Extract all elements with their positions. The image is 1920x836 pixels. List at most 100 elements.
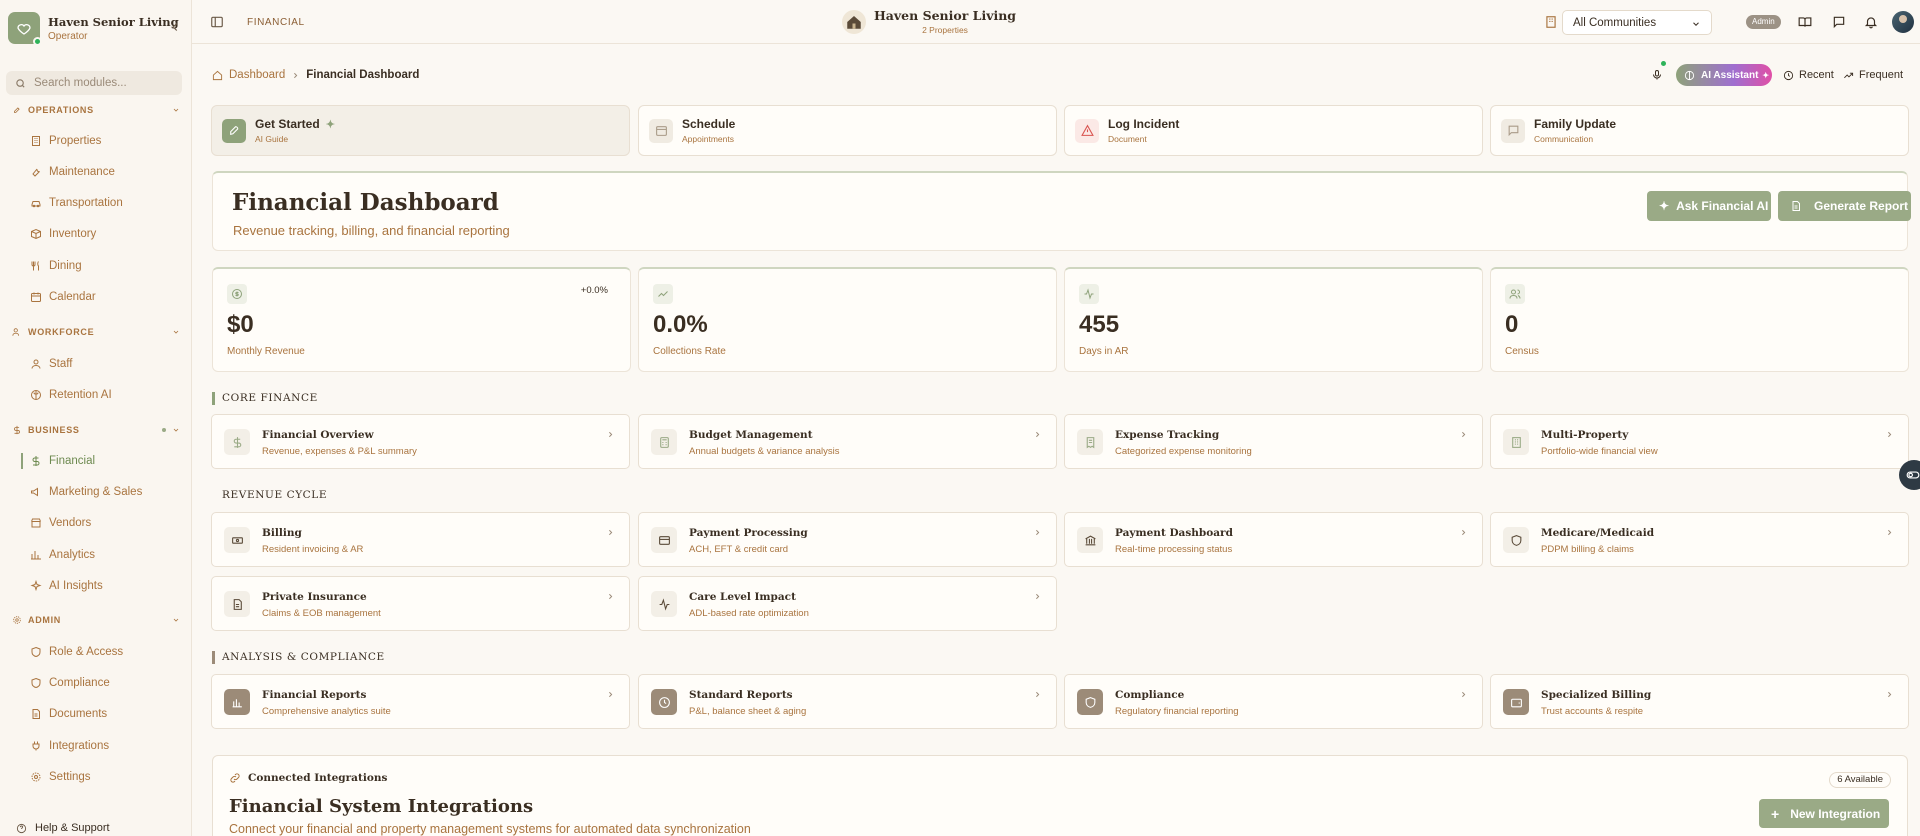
sidebar-item-integrations[interactable]: Integrations [30,736,180,756]
sidebar-item-analytics[interactable]: Analytics [30,545,180,565]
module-title: Specialized Billing [1541,689,1652,701]
gear-icon [12,615,22,625]
chevron-down-icon [172,328,180,336]
module-expense-tracking[interactable]: Expense Tracking Categorized expense mon… [1064,414,1483,469]
community-brand[interactable]: Haven Senior Living 2 Properties [842,8,1016,35]
sidebar-item-settings[interactable]: Settings [30,767,180,787]
module-care-level-impact[interactable]: Care Level Impact ADL-based rate optimiz… [638,576,1057,631]
avatar[interactable] [1892,11,1914,33]
module-title: Billing [262,527,302,539]
module-budget-management[interactable]: Budget Management Annual budgets & varia… [638,414,1057,469]
integrations-subtitle: Connect your financial and property mana… [229,822,751,836]
section-title: REVENUE CYCLE [222,489,328,501]
module-subtitle: Claims & EOB management [262,608,381,619]
sidebar-item-role-access[interactable]: Role & Access [30,642,180,662]
sidebar-item-retention-ai[interactable]: Retention AI [30,385,180,405]
chevron-right-icon [1885,528,1894,537]
section-operations[interactable]: OPERATIONS [12,103,180,117]
quick-action-get-started[interactable]: Get Started ✦ AI Guide [211,105,630,156]
section-workforce[interactable]: WORKFORCE [12,325,180,339]
car-icon [31,201,41,208]
new-integration-button[interactable]: + New Integration [1759,799,1889,828]
chevron-right-icon [606,430,615,439]
quick-action-schedule[interactable]: Schedule Appointments [638,105,1057,156]
module-payment-processing[interactable]: Payment Processing ACH, EFT & credit car… [638,512,1057,567]
sidebar-item-label: Properties [49,135,102,147]
brand[interactable]: Haven Senior Living Operator [8,10,184,46]
section-admin[interactable]: ADMIN [12,613,180,627]
active-indicator [21,453,23,469]
sidebar-item-transportation[interactable]: Transportation [30,193,180,213]
kpi-card-collections-rate: 0.0% Collections Rate [638,267,1057,372]
sidebar-item-ai-insights[interactable]: AI Insights [30,576,180,596]
microphone-icon[interactable] [1651,61,1666,81]
sidebar-item-marketing[interactable]: Marketing & Sales [30,482,180,502]
quick-action-title: Log Incident [1108,117,1180,131]
listening-dot [1661,61,1666,66]
sidebar-item-dining[interactable]: Dining [30,256,180,276]
ai-assistant-button[interactable]: AI Assistant ✦ [1676,64,1772,86]
search-box[interactable] [6,71,182,95]
sidebar-item-financial[interactable]: Financial [30,451,180,471]
module-multi-property[interactable]: Multi-Property Portfolio-wide financial … [1490,414,1909,469]
heart-icon [8,12,42,46]
recent-button[interactable]: Recent [1783,69,1834,81]
module-financial-overview[interactable]: Financial Overview Revenue, expenses & P… [211,414,630,469]
ai-assistant-label: AI Assistant [1701,69,1759,81]
module-subtitle: Portfolio-wide financial view [1541,446,1658,457]
available-count-badge: 6 Available [1829,772,1891,788]
calculator-icon [651,429,677,455]
section-business[interactable]: BUSINESS [12,423,180,437]
module-medicare-medicaid[interactable]: Medicare/Medicaid PDPM billing & claims [1490,512,1909,567]
book-icon[interactable] [1798,15,1812,29]
sidebar-item-compliance[interactable]: Compliance [30,673,180,693]
module-financial-reports[interactable]: Financial Reports Comprehensive analytic… [211,674,630,729]
breadcrumb-dashboard[interactable]: Dashboard [229,69,285,81]
message-icon[interactable] [1832,15,1846,29]
module-title: Care Level Impact [689,591,796,603]
clock-icon [1783,70,1794,81]
sidebar-item-vendors[interactable]: Vendors [30,513,180,533]
message-icon [1501,118,1525,143]
module-standard-reports[interactable]: Standard Reports P&L, balance sheet & ag… [638,674,1057,729]
chevron-right-icon [1459,690,1468,699]
frequent-label: Frequent [1859,69,1904,81]
chevron-right-icon [1033,528,1042,537]
sidebar-item-label: Integrations [49,740,110,752]
kpi-label: Collections Rate [653,346,726,357]
generate-report-button[interactable]: Generate Report [1778,191,1911,221]
integrations-header: Connected Integrations [229,772,387,784]
collapse-sidebar-icon[interactable] [168,20,184,36]
sidebar-item-maintenance[interactable]: Maintenance [30,162,180,182]
module-title: Multi-Property [1541,429,1629,441]
module-billing[interactable]: Billing Resident invoicing & AR [211,512,630,567]
chevron-right-icon [1885,690,1894,699]
quick-action-subtitle: Appointments [682,134,734,144]
community-select[interactable]: All Communities [1562,10,1712,35]
module-title: Medicare/Medicaid [1541,527,1655,539]
bell-icon[interactable] [1864,15,1878,29]
sidebar-toggle-icon[interactable] [210,15,224,29]
button-label: New Integration [1790,806,1881,821]
sidebar-item-staff[interactable]: Staff [30,354,180,374]
gear-icon [31,772,41,782]
sidebar-item-properties[interactable]: Properties [30,131,180,151]
quick-action-family-update[interactable]: Family Update Communication [1490,105,1909,156]
sidebar-item-documents[interactable]: Documents [30,704,180,724]
module-compliance[interactable]: Compliance Regulatory financial reportin… [1064,674,1483,729]
sidebar-item-calendar[interactable]: Calendar [30,287,180,307]
frequent-button[interactable]: Frequent [1843,69,1903,81]
help-support-link[interactable]: Help & Support [16,822,110,834]
sidebar-item-inventory[interactable]: Inventory [30,224,180,244]
module-private-insurance[interactable]: Private Insurance Claims & EOB managemen… [211,576,630,631]
search-input[interactable] [34,77,174,89]
integrations-panel: Connected Integrations 6 Available Finan… [212,755,1908,836]
ask-financial-ai-button[interactable]: ✦ Ask Financial AI [1647,191,1771,221]
quick-action-title: Family Update [1534,117,1617,131]
button-label: Generate Report [1814,199,1909,213]
quick-action-log-incident[interactable]: Log Incident Document [1064,105,1483,156]
module-subtitle: Categorized expense monitoring [1115,446,1252,457]
module-specialized-billing[interactable]: Specialized Billing Trust accounts & res… [1490,674,1909,729]
chevron-down-icon [1691,19,1701,29]
module-payment-dashboard[interactable]: Payment Dashboard Real-time processing s… [1064,512,1483,567]
